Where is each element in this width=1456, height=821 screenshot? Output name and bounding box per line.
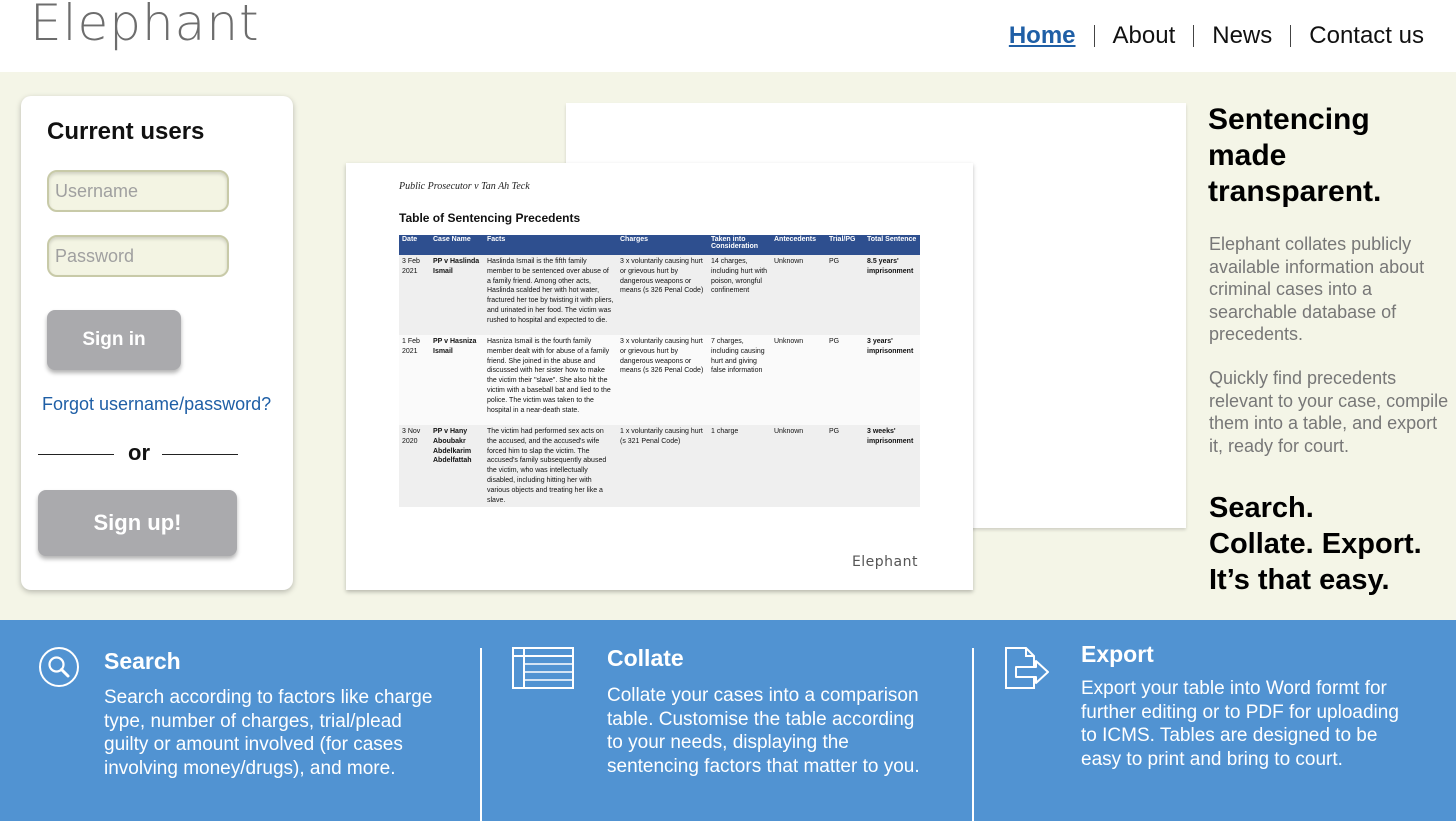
sign-in-button[interactable]: Sign in: [47, 310, 181, 370]
nav-home-link[interactable]: Home: [1009, 20, 1094, 52]
tagline-line: made: [1208, 139, 1287, 172]
feature-divider: [480, 648, 482, 821]
nav-about-link[interactable]: About: [1095, 20, 1194, 52]
table-cell: Haslinda Ismail is the fifth family memb…: [484, 255, 617, 335]
table-header-row: Date Case Name Facts Charges Taken into …: [399, 235, 920, 255]
column-header: Facts: [484, 235, 617, 255]
search-icon: [39, 647, 79, 687]
table-cell: 1 Feb 2021: [399, 335, 430, 425]
main-nav: Home About News Contact us: [1009, 20, 1424, 52]
column-header: Total Sentence: [864, 235, 920, 255]
table-cell: Unknown: [771, 335, 826, 425]
feature-divider: [972, 648, 974, 821]
export-icon: [1005, 647, 1049, 689]
forgot-password-link[interactable]: Forgot username/password?: [42, 394, 271, 415]
intro-description-2: Quickly find precedents relevant to your…: [1209, 368, 1449, 456]
tagline-line: transparent.: [1208, 175, 1382, 208]
sign-up-button[interactable]: Sign up!: [38, 490, 237, 556]
feature-search-text: Search according to factors like charge …: [104, 687, 433, 779]
table-cell: 3 years' imprisonment: [864, 335, 920, 425]
slogan-line: Search.: [1209, 492, 1314, 524]
precedents-table: Date Case Name Facts Charges Taken into …: [399, 235, 920, 508]
table-cell: Unknown: [771, 425, 826, 508]
login-title: Current users: [47, 118, 205, 145]
column-header: Case Name: [430, 235, 484, 255]
table-icon: [512, 647, 574, 689]
doc-logo: Elephant: [851, 554, 918, 570]
nav-news-link[interactable]: News: [1194, 20, 1290, 52]
table-row: 3 Feb 2021 PP v Haslinda Ismail Haslinda…: [399, 255, 920, 335]
table-cell: 7 charges, including causing hurt and gi…: [708, 335, 771, 425]
feature-collate-text: Collate your cases into a comparison tab…: [607, 685, 920, 777]
table-cell: Unknown: [771, 255, 826, 335]
table-row: 1 Feb 2021 PP v Hasniza Ismail Hasniza I…: [399, 335, 920, 425]
preview-page-front: Public Prosecutor v Tan Ah Teck Table of…: [346, 163, 973, 590]
site-header: Elephant Home About News Contact us: [0, 0, 1456, 72]
elephant-logo[interactable]: Elephant: [30, 0, 260, 52]
table-cell: 14 charges, including hurt with poison, …: [708, 255, 771, 335]
column-header: Charges: [617, 235, 708, 255]
password-input[interactable]: [47, 235, 229, 277]
tagline: Sentencing made transparent.: [1208, 102, 1381, 210]
nav-contact-link[interactable]: Contact us: [1291, 20, 1424, 52]
doc-table-title: Table of Sentencing Precedents: [399, 211, 581, 225]
table-cell: PP v Hany Aboubakr Abdelkarim Abdelfatta…: [430, 425, 484, 508]
column-header: Date: [399, 235, 430, 255]
table-cell: PG: [826, 335, 864, 425]
table-cell: PG: [826, 425, 864, 508]
table-cell: 3 Nov 2020: [399, 425, 430, 508]
doc-case-title: Public Prosecutor v Tan Ah Teck: [399, 181, 530, 192]
table-row: 3 Nov 2020 PP v Hany Aboubakr Abdelkarim…: [399, 425, 920, 508]
feature-export-title: Export: [1081, 641, 1154, 667]
table-cell: PP v Haslinda Ismail: [430, 255, 484, 335]
tagline-line: Sentencing: [1208, 103, 1370, 136]
column-header: Antecedents: [771, 235, 826, 255]
table-cell: PP v Hasniza Ismail: [430, 335, 484, 425]
divider-line: [162, 454, 238, 455]
or-label: or: [128, 440, 150, 465]
feature-export-text: Export your table into Word formt for fu…: [1081, 678, 1399, 770]
table-cell: PG: [826, 255, 864, 335]
table-cell: 3 weeks' imprisonment: [864, 425, 920, 508]
or-divider: or: [38, 440, 238, 466]
table-cell: 1 x voluntarily causing hurt (s 321 Pena…: [617, 425, 708, 508]
slogan: Search. Collate. Export. It’s that easy.: [1209, 490, 1422, 598]
table-cell: 3 x voluntarily causing hurt or grievous…: [617, 335, 708, 425]
features-section: Search Search according to factors like …: [0, 620, 1456, 821]
feature-search-title: Search: [104, 648, 181, 674]
divider-line: [38, 454, 114, 455]
table-cell: 8.5 years' imprisonment: [864, 255, 920, 335]
username-input[interactable]: [47, 170, 229, 212]
table-cell: 3 Feb 2021: [399, 255, 430, 335]
table-cell: Hasniza Ismail is the fourth family memb…: [484, 335, 617, 425]
feature-collate-title: Collate: [607, 645, 684, 671]
slogan-line: Collate. Export.: [1209, 528, 1422, 560]
table-cell: 1 charge: [708, 425, 771, 508]
table-cell: 3 x voluntarily causing hurt or grievous…: [617, 255, 708, 335]
column-header: Taken into Consideration: [708, 235, 771, 255]
column-header: Trial/PG: [826, 235, 864, 255]
slogan-line: It’s that easy.: [1209, 564, 1390, 596]
login-card: Current users Sign in Forgot username/pa…: [21, 96, 293, 590]
intro-description: Elephant collates publicly available inf…: [1209, 234, 1425, 344]
table-cell: The victim had performed sex acts on the…: [484, 425, 617, 508]
